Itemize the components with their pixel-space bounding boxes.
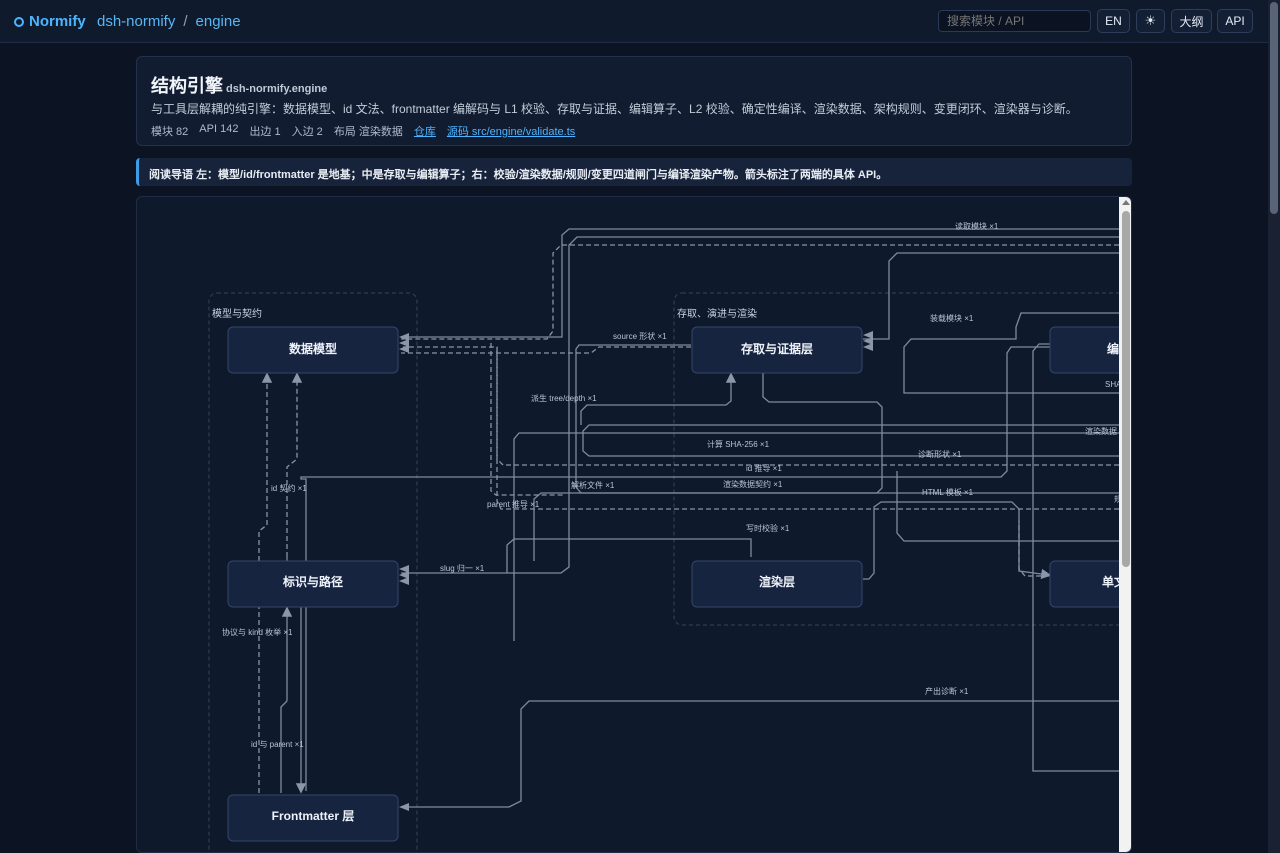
reading-guide-text: 左：模型/id/frontmatter 是地基；中是存取与编辑算子；右：校验/渲… <box>196 169 888 181</box>
brand-logo[interactable]: Normify <box>14 13 86 30</box>
edge-slug[interactable] <box>401 236 1119 574</box>
label-sha: SHA <box>1105 380 1119 389</box>
breadcrumb-separator: / <box>183 13 188 30</box>
edge-labels: 读取模块 ×1 装载模块 ×1 source 形状 ×1 SHA 派生 tree… <box>222 221 1119 749</box>
sun-icon: ☀ <box>1144 13 1157 28</box>
module-meta: 模块 82 API 142 出边 1 入边 2 布局 渲染数据 仓库 源码 sr… <box>151 123 575 139</box>
theme-toggle-button[interactable]: ☀ <box>1136 9 1165 33</box>
edge-load-module[interactable] <box>863 252 1119 340</box>
edge-dashed-source[interactable] <box>401 346 691 354</box>
label-derive-tree: 派生 tree/depth ×1 <box>531 393 597 403</box>
page-title-text: 结构引擎 <box>151 76 223 96</box>
module-header-card: 结构引擎 dsh-normify.engine 与工具层解耦的纯引擎：数据模型、i… <box>136 56 1132 146</box>
meta-in-edges: 入边 2 <box>291 126 323 138</box>
label-diag-shape: 诊断形状 ×1 <box>918 449 962 459</box>
architecture-diagram[interactable]: 模型与契约 存取、演进与渲染 数据模型 标识与路径 Frontmatter 层 … <box>136 196 1132 853</box>
diagram-scrollbar[interactable] <box>1119 197 1131 852</box>
node-data-model[interactable]: 数据模型 <box>227 326 399 374</box>
label-render-contract: 渲染数据契约 ×1 <box>723 479 783 489</box>
meta-out-edges: 出边 1 <box>249 126 281 138</box>
outline-button[interactable]: 大纲 <box>1171 9 1212 33</box>
label-load-module: 装载模块 ×1 <box>930 313 974 323</box>
label-parent-derive: parent 推导 ×1 <box>487 499 540 509</box>
group-model-label: 模型与契约 <box>212 307 262 320</box>
breadcrumb: dsh-normify / engine <box>97 13 241 30</box>
node-id-path-label: 标识与路径 <box>282 574 343 589</box>
node-edit-label: 编 <box>1106 341 1119 356</box>
label-read-module: 读取模块 ×1 <box>955 221 999 231</box>
edge-output-diag[interactable] <box>401 700 1119 808</box>
edge-id-store[interactable] <box>580 372 737 425</box>
diagram-scrollbar-thumb[interactable] <box>1122 211 1130 567</box>
node-single-file[interactable]: 单文 <box>1049 560 1119 608</box>
label-compute-sha: 计算 SHA-256 ×1 <box>707 439 770 449</box>
label-render-data: 渲染数据 <box>1085 426 1117 436</box>
edge-dashed-model[interactable] <box>401 244 1119 340</box>
page-scrollbar[interactable] <box>1268 0 1280 853</box>
label-id-contract: id 契约 ×1 <box>271 483 307 493</box>
label-protocol-kind: 协议与 kind 枚举 ×1 <box>222 627 293 637</box>
module-description: 与工具层解耦的纯引擎：数据模型、id 文法、frontmatter 编解码与 L… <box>151 102 1078 116</box>
node-frontmatter[interactable]: Frontmatter 层 <box>227 794 399 842</box>
meta-layout: 布局 渲染数据 <box>333 126 403 138</box>
node-id-path[interactable]: 标识与路径 <box>227 560 399 608</box>
page-title: 结构引擎 dsh-normify.engine <box>151 72 327 98</box>
edge-diag-shape[interactable] <box>896 471 1119 542</box>
edge-dashed-single[interactable] <box>1018 521 1049 577</box>
source-link[interactable]: 源码 src/engine/validate.ts <box>447 123 575 139</box>
breadcrumb-page[interactable]: engine <box>196 13 241 30</box>
brand-ring-icon <box>14 16 24 27</box>
edge-id-derive[interactable] <box>300 346 1051 791</box>
search-input[interactable] <box>938 10 1091 32</box>
label-output-diag: 产出诊断 ×1 <box>925 686 969 696</box>
label-id-derive: id 推导 ×1 <box>746 463 782 473</box>
label-source-shape: source 形状 ×1 <box>613 331 667 341</box>
reading-guide: 阅读导语 左：模型/id/frontmatter 是地基；中是存取与编辑算子；右… <box>136 158 1132 186</box>
label-id-parent: id 与 parent ×1 <box>251 740 304 749</box>
node-render-layer[interactable]: 渲染层 <box>691 560 863 608</box>
group-store-label: 存取、演进与渲染 <box>677 307 757 320</box>
page-scrollbar-thumb[interactable] <box>1270 2 1278 214</box>
top-bar: Normify dsh-normify / engine EN ☀ 大纲 API <box>0 0 1268 43</box>
label-write-check: 写时校验 ×1 <box>746 523 790 533</box>
edge-right-loop[interactable] <box>1032 343 1119 772</box>
node-render-layer-label: 渲染层 <box>759 574 795 589</box>
node-single-file-label: 单文 <box>1102 574 1119 589</box>
meta-api: API 142 <box>199 123 239 135</box>
node-data-model-label: 数据模型 <box>289 341 337 356</box>
node-store-evidence-label: 存取与证据层 <box>740 341 813 356</box>
node-store-evidence[interactable]: 存取与证据层 <box>691 326 863 374</box>
page-subtitle: dsh-normify.engine <box>226 83 328 95</box>
breadcrumb-repo[interactable]: dsh-normify <box>97 13 175 30</box>
label-slug-norm: slug 归一 ×1 <box>440 563 485 573</box>
label-parse-file: 解析文件 ×1 <box>571 480 615 490</box>
brand-name: Normify <box>29 13 86 30</box>
edge-render-data[interactable] <box>513 432 1119 641</box>
language-button[interactable]: EN <box>1097 9 1130 33</box>
repo-link[interactable]: 仓库 <box>414 123 436 139</box>
scroll-up-arrow-icon[interactable] <box>1122 200 1130 205</box>
meta-modules: 模块 82 <box>151 126 189 138</box>
reading-guide-label: 阅读导语 <box>149 169 193 181</box>
node-edit[interactable]: 编 <box>1049 326 1119 374</box>
edge-dashed-parse[interactable] <box>490 343 563 496</box>
edge-dashed-id2[interactable] <box>286 372 303 557</box>
label-html-template: HTML 模板 ×1 <box>922 487 974 497</box>
node-frontmatter-label: Frontmatter 层 <box>272 809 355 823</box>
edge-compute-sha[interactable] <box>582 424 1119 457</box>
api-button[interactable]: API <box>1217 9 1253 33</box>
diagram-canvas[interactable]: 模型与契约 存取、演进与渲染 数据模型 标识与路径 Frontmatter 层 … <box>137 197 1119 853</box>
